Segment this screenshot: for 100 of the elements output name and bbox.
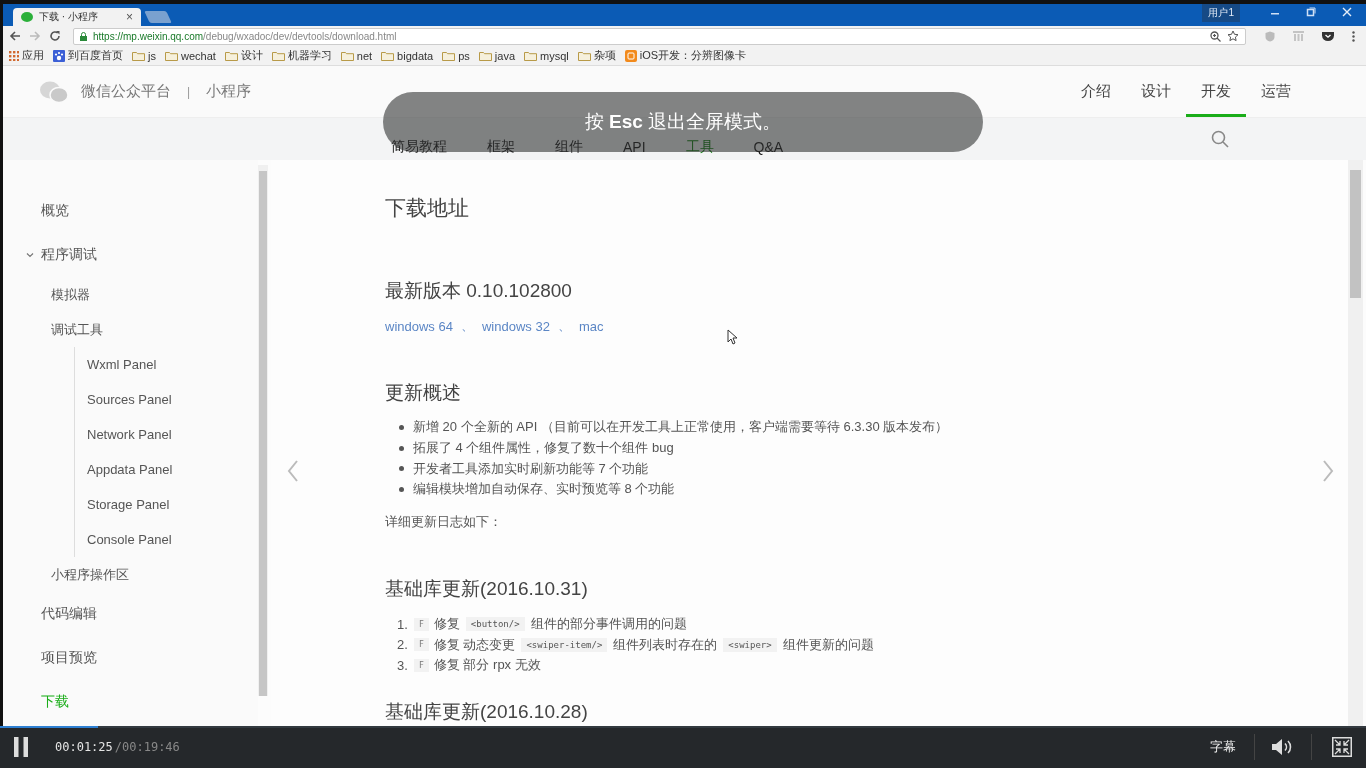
chat-bubble-icon	[21, 12, 33, 22]
nav-link[interactable]: 运营	[1246, 69, 1306, 117]
folder-icon	[442, 50, 456, 61]
intro-text: 详细更新日志如下：	[385, 512, 503, 531]
sidebar-item[interactable]: 程序调试	[3, 233, 258, 277]
sidebar-item[interactable]: Sources Panel	[75, 382, 258, 417]
address-field[interactable]: https://mp.weixin.qq.com/debug/wxadoc/dev/devtools/download.html	[73, 27, 1246, 45]
page-title: 下载地址	[385, 195, 470, 221]
list-number: 3.	[397, 657, 409, 673]
bullet-text: 新增 20 个全新的 API （目前可以在开发工具上正常使用，客户端需要等待 6.3.30 版本发布）	[413, 418, 949, 437]
new-tab-button[interactable]	[144, 11, 172, 23]
subnav-link[interactable]: API	[623, 139, 646, 155]
sidebar-item[interactable]: Wxml Panel	[75, 347, 258, 382]
bullet-icon	[399, 445, 404, 451]
product-name[interactable]: 小程序	[206, 82, 252, 101]
menu-icon[interactable]	[1352, 30, 1355, 42]
chevron-down-icon	[26, 251, 34, 259]
folder-icon	[381, 50, 395, 61]
scrollbar[interactable]	[258, 165, 268, 696]
shield-icon[interactable]	[1322, 31, 1334, 41]
exit-fullscreen-icon[interactable]	[1332, 737, 1352, 757]
bookmark-item[interactable]: mysql	[524, 49, 569, 62]
sidebar-item[interactable]: Appdata Panel	[75, 452, 258, 487]
bookmark-item[interactable]: iOS开发：分辨图像卡	[624, 48, 747, 63]
separator-text: 、	[460, 317, 474, 335]
changelog-text: 修复 动态变更 <swiper-item/> 组件列表时存在的 <swiper> 组件更新的问题	[433, 635, 874, 654]
bullet-text: 编辑模块增加自动保存、实时预览等 8 个功能	[413, 480, 675, 499]
bookmark-item[interactable]: js	[132, 49, 156, 62]
nav-link[interactable]: 设计	[1126, 69, 1186, 117]
folder-icon	[577, 50, 591, 61]
cursor-icon	[727, 329, 738, 345]
chat-bubbles-icon	[39, 79, 69, 104]
bookmark-item[interactable]: 应用	[9, 48, 44, 63]
paw-icon	[53, 49, 65, 62]
close-icon[interactable]	[1342, 7, 1352, 17]
apps-grid-icon	[9, 50, 19, 61]
reload-icon[interactable]	[49, 30, 61, 42]
bookmark-item[interactable]: 到百度首页	[53, 48, 123, 63]
bullet-icon	[399, 486, 404, 492]
list-number: 2.	[397, 637, 409, 652]
sidebar-item[interactable]: 调试工具	[3, 312, 258, 347]
bookmark-item[interactable]: 杂项	[577, 48, 616, 63]
current-time: 00:01:25	[55, 740, 113, 754]
bullet-icon	[399, 424, 404, 430]
download-link[interactable]: windows 32	[481, 318, 550, 334]
bullet-text: 拓展了 4 个组件属性，修复了数十个组件 bug	[413, 439, 674, 458]
bookmark-item[interactable]: java	[478, 49, 515, 62]
bookmark-item[interactable]: wechat	[164, 49, 216, 62]
star-icon[interactable]	[1227, 30, 1239, 42]
restore-icon[interactable]	[1306, 7, 1316, 17]
sidebar-item[interactable]: Storage Panel	[75, 487, 258, 522]
list-number: 1.	[397, 616, 409, 632]
bookmark-item[interactable]: bigdata	[381, 49, 434, 62]
site-brand[interactable]: 微信公众平台	[81, 82, 171, 101]
section-heading: 更新概述	[385, 381, 462, 405]
folder-icon	[524, 50, 537, 61]
bullet-icon	[399, 466, 404, 472]
bookmark-item[interactable]: 设计	[224, 48, 263, 63]
download-link[interactable]: mac	[578, 318, 604, 334]
scrollbar[interactable]	[1348, 160, 1363, 726]
bookmark-item[interactable]: 机器学习	[271, 48, 332, 63]
user-label: 用户1	[1202, 4, 1240, 22]
folder-icon	[340, 50, 354, 61]
separator-text: 、	[557, 317, 571, 335]
square-icon	[624, 49, 637, 62]
zoom-icon[interactable]	[1210, 30, 1221, 42]
sidebar-item[interactable]: Console Panel	[75, 522, 258, 557]
close-button[interactable]: ×	[126, 10, 133, 24]
section-heading: 基础库更新(2016.10.31)	[385, 576, 589, 601]
search-icon[interactable]	[1211, 130, 1229, 148]
sidebar-item[interactable]: 项目预览	[3, 636, 258, 680]
folder-icon	[164, 50, 178, 61]
nav-link[interactable]: 介绍	[1066, 69, 1126, 117]
fix-tag: F	[414, 617, 429, 631]
subtitles-button[interactable]: 字幕	[1202, 738, 1244, 756]
fix-tag: F	[414, 658, 429, 672]
subnav-link[interactable]: 组件	[555, 138, 583, 156]
download-link[interactable]: windows 64	[385, 318, 453, 334]
section-heading: 基础库更新(2016.10.28)	[385, 700, 589, 725]
subnav-link[interactable]: 框架	[487, 138, 515, 156]
section-heading: 最新版本 0.10.102800	[385, 279, 573, 303]
bookmark-item[interactable]: ps	[442, 49, 470, 62]
browser-tab[interactable]: 下载 · 小程序 ×	[13, 8, 141, 26]
subnav-link[interactable]: Q&A	[753, 139, 784, 155]
url-text: https://mp.weixin.qq.com/debug/wxadoc/dev/devtools/download.html	[93, 30, 397, 42]
folder-icon	[132, 50, 145, 61]
sidebar-item[interactable]: 模拟器	[3, 277, 258, 312]
pause-icon[interactable]	[14, 737, 28, 757]
separator-text: |	[187, 84, 191, 99]
changelog-text: 修复 <button/> 组件的部分事件调用的问题	[433, 615, 687, 633]
lock-icon	[80, 31, 87, 41]
folder-icon	[224, 50, 238, 61]
folder-icon	[271, 50, 285, 61]
bookmark-item[interactable]: net	[340, 49, 373, 62]
sidebar-item[interactable]: Network Panel	[75, 417, 258, 452]
back-icon[interactable]	[9, 30, 21, 42]
folder-icon	[478, 50, 492, 61]
sidebar-item[interactable]: 概览	[3, 189, 258, 233]
sidebar-item[interactable]: 代码编辑	[3, 592, 258, 636]
sidebar-item[interactable]: 小程序操作区	[3, 557, 258, 592]
